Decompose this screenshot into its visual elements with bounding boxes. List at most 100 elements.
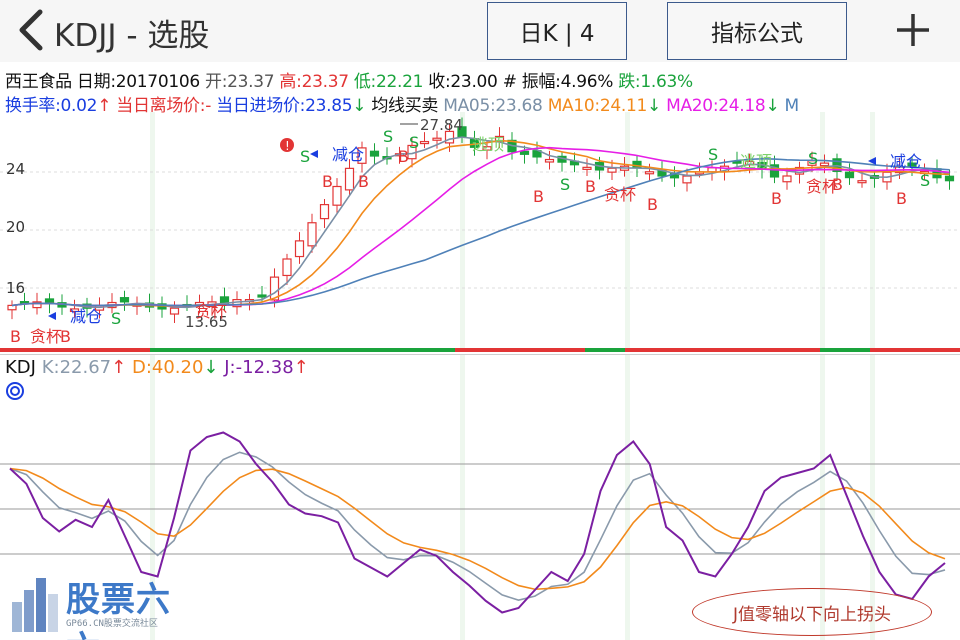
page-title: KDJJ - 选股 xyxy=(54,18,210,54)
period-band xyxy=(625,354,630,640)
trade-signal-label: S xyxy=(300,147,310,166)
trend-strip xyxy=(870,348,960,352)
trade-signal-label: B xyxy=(10,327,21,346)
trade-signal-label: S xyxy=(808,149,818,168)
low-value: 22.21 xyxy=(375,72,424,92)
candle-body xyxy=(294,240,305,258)
candle-body xyxy=(169,307,180,315)
candle-body xyxy=(544,158,555,163)
up-arrow-icon: ↑ xyxy=(111,357,127,378)
kdj-legend: KDJ K:22.67↑ D:40.20↓ J:-12.38↑ xyxy=(5,357,309,378)
candle-body xyxy=(119,297,130,303)
candlestick-chart[interactable]: 24201627.8413.65B BB BBBBB BBBSSS SSS SS减仓减仓减… xyxy=(0,112,960,354)
d-label: D: xyxy=(131,357,152,378)
candle-body xyxy=(282,258,292,277)
escape-signal-label: 逃顶 xyxy=(472,135,504,154)
watermark-logo: 股票六六 GP66.CN股票交流社区 xyxy=(10,570,190,640)
trade-signal-label: B xyxy=(322,172,333,191)
candle-body xyxy=(857,180,867,184)
trend-strip xyxy=(0,348,150,352)
annotation-ellipse: J值零轴以下向上拐头 xyxy=(692,588,932,636)
trade-signal-label: S xyxy=(708,145,718,164)
candle-body xyxy=(432,137,442,141)
greedy-signal-label: 贪杯 xyxy=(30,327,62,346)
trade-signal-label: B xyxy=(647,195,658,214)
open-value: 23.37 xyxy=(227,72,275,92)
date-value: 20170106 xyxy=(115,72,200,92)
trade-signal-label: S xyxy=(383,127,393,146)
indicator-formula-button[interactable]: 指标公式 xyxy=(667,2,847,60)
candle-body xyxy=(944,175,955,182)
trend-strip xyxy=(455,348,585,352)
reduce-signal-label: 减仓 xyxy=(70,307,102,326)
up-arrow-icon: ↑ xyxy=(293,357,309,378)
reduce-arrow-icon xyxy=(310,150,318,158)
change-label: 跌: xyxy=(618,72,641,92)
quote-info-line: 西王食品 日期:20170106 开:23.37 高:23.37 低:22.21… xyxy=(5,67,693,92)
greedy-signal-label: 贪杯 xyxy=(806,177,838,196)
date-label: 日期: xyxy=(76,72,116,92)
open-label: 开: xyxy=(205,72,228,92)
candle-body xyxy=(819,162,830,167)
candle-body xyxy=(319,204,330,220)
greedy-signal-label: 贪杯 xyxy=(195,302,227,321)
y-tick-label: 24 xyxy=(6,160,25,178)
high-label: 高: xyxy=(279,72,302,92)
j-value: -12.38 xyxy=(235,357,294,378)
candle-body xyxy=(344,167,355,191)
amplitude-value: 4.96% xyxy=(560,72,614,92)
trade-signal-label: S xyxy=(920,171,930,190)
kdj-name: KDJ xyxy=(5,357,36,378)
candle-body xyxy=(782,175,792,183)
candle-body xyxy=(7,304,17,311)
period-selector-button[interactable]: 日K | 4 xyxy=(487,2,627,60)
add-icon[interactable] xyxy=(893,10,933,50)
candle-body xyxy=(844,171,855,179)
trend-strip xyxy=(150,348,455,352)
candle-body xyxy=(307,222,317,247)
trade-signal-label: S xyxy=(409,133,419,152)
trend-strip xyxy=(820,348,870,352)
high-value: 23.37 xyxy=(301,72,349,92)
candle-body xyxy=(369,150,380,157)
y-tick-label: 16 xyxy=(6,279,25,297)
candle-body xyxy=(582,166,592,170)
candle-body xyxy=(419,140,430,145)
candle-body xyxy=(644,171,655,175)
close-label: 收: xyxy=(428,72,451,92)
candle-body xyxy=(607,167,617,173)
reduce-signal-label: 减仓 xyxy=(332,145,364,164)
y-tick-label: 20 xyxy=(6,218,25,236)
trade-signal-label: S xyxy=(560,175,570,194)
k-value: 22.67 xyxy=(59,357,112,378)
period-band xyxy=(460,354,465,640)
back-chevron-icon[interactable] xyxy=(10,6,50,54)
k-label: K: xyxy=(41,357,60,378)
reduce-signal-label: 减仓 xyxy=(890,152,922,171)
alert-icon-glyph: ! xyxy=(285,139,290,153)
down-arrow-icon: ↓ xyxy=(203,357,219,378)
close-value: 23.00 xyxy=(450,72,498,92)
trade-signal-label: B xyxy=(533,187,544,206)
target-circle-icon[interactable] xyxy=(5,381,25,401)
change-value: 1.63% xyxy=(640,72,693,92)
low-label: 低: xyxy=(353,72,376,92)
amplitude-label: # 振幅: xyxy=(502,72,561,92)
candle-body xyxy=(332,185,342,206)
trend-strip xyxy=(625,348,820,352)
logo-text: 股票六六 xyxy=(66,580,171,640)
trade-signal-label: B xyxy=(896,189,907,208)
trade-signal-label: B xyxy=(771,189,782,208)
j-label: J: xyxy=(224,357,236,378)
trade-signal-label: B xyxy=(398,147,409,166)
logo-bars-icon xyxy=(12,578,58,632)
candle-body xyxy=(257,294,267,298)
trade-signal-label: B xyxy=(585,177,596,196)
top-nav-bar: KDJJ - 选股 日K | 4 指标公式 xyxy=(0,0,960,62)
stock-name: 西王食品 xyxy=(5,72,72,92)
logo-site: GP66.CN股票交流社区 xyxy=(66,619,158,629)
greedy-signal-label: 贪杯 xyxy=(604,185,636,204)
trade-signal-label: S xyxy=(111,309,121,328)
trade-signal-label: B xyxy=(358,172,369,191)
max-price-label: 27.84 xyxy=(420,116,463,134)
